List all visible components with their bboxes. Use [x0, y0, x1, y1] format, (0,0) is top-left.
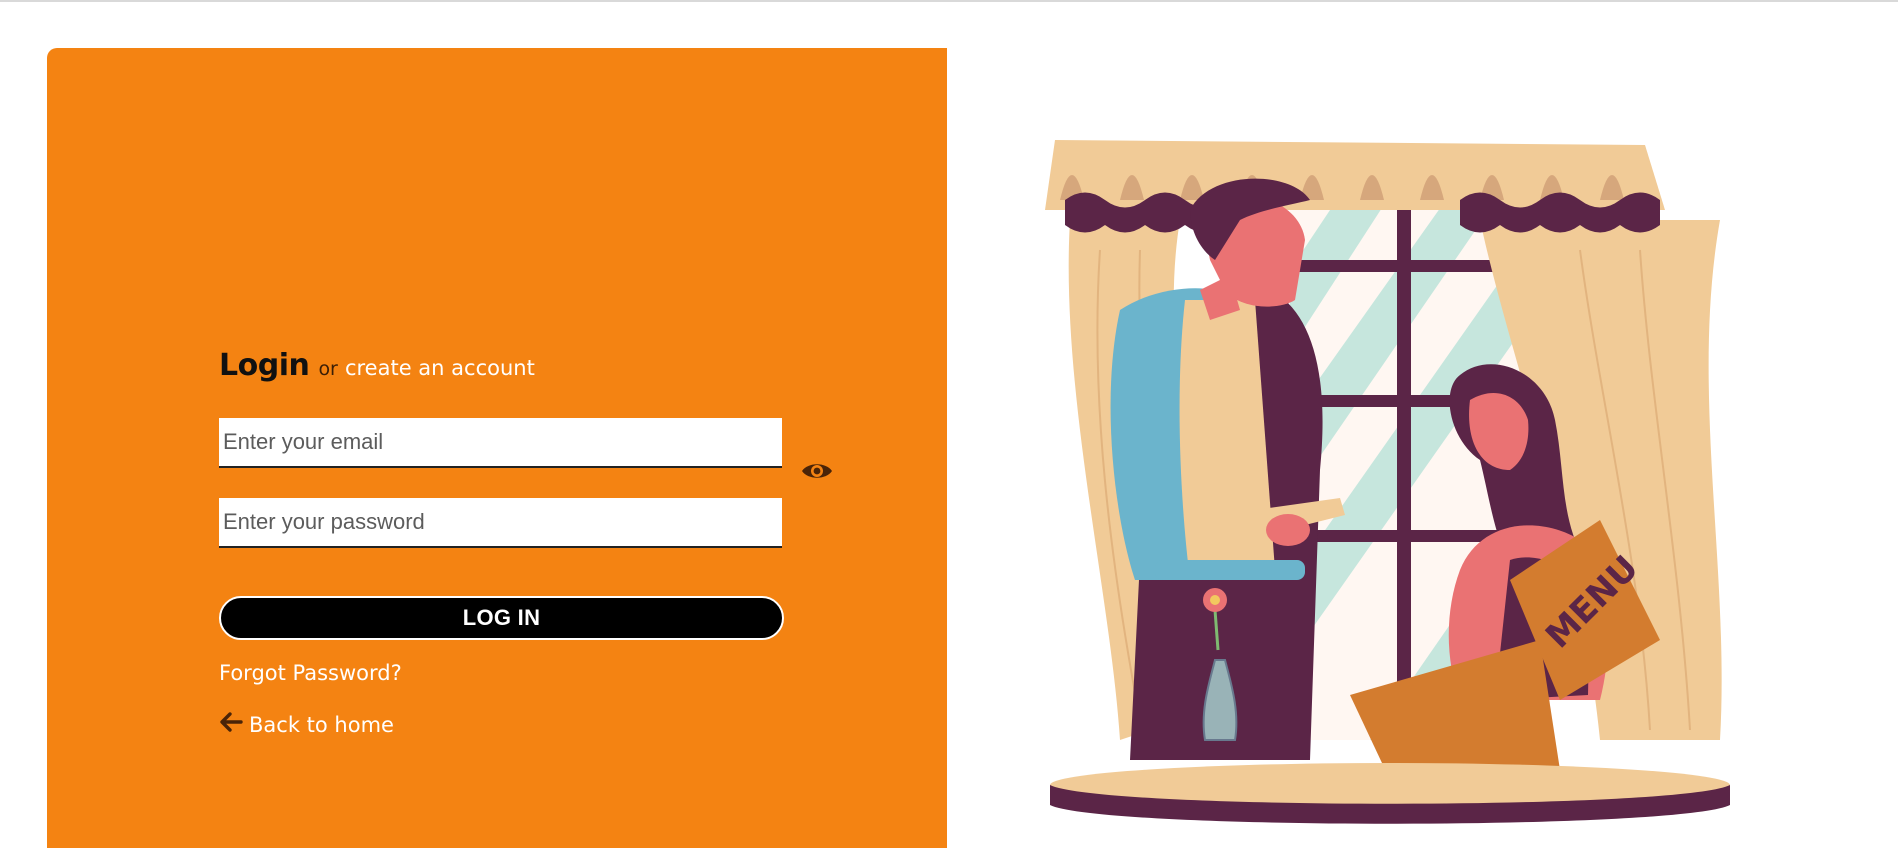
- restaurant-illustration: MENU: [1040, 140, 1760, 830]
- eye-icon[interactable]: [801, 460, 833, 482]
- back-to-home-label: Back to home: [249, 712, 394, 737]
- forgot-password-link[interactable]: Forgot Password?: [219, 661, 402, 685]
- login-panel: Login or create an account LOG IN Forgot…: [47, 48, 947, 848]
- back-to-home-link[interactable]: Back to home: [219, 711, 394, 738]
- password-input[interactable]: [219, 498, 782, 548]
- email-input[interactable]: [219, 418, 782, 468]
- login-heading: Login or create an account: [219, 348, 819, 398]
- or-text: or: [318, 358, 338, 380]
- create-account-link[interactable]: create an account: [345, 356, 535, 380]
- arrow-left-icon: [219, 711, 243, 738]
- top-divider: [0, 0, 1898, 2]
- login-form: Login or create an account LOG IN Forgot…: [219, 348, 832, 737]
- login-button[interactable]: LOG IN: [219, 596, 784, 640]
- login-title: Login: [219, 348, 310, 383]
